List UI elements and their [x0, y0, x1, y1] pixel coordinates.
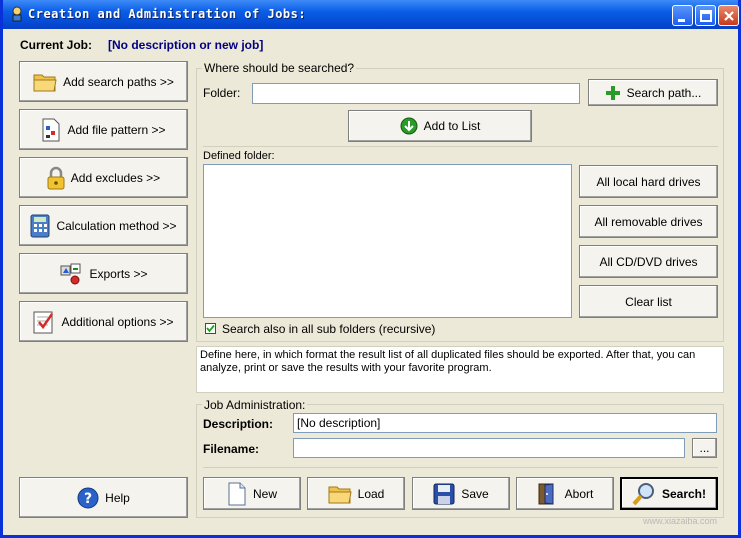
sidebar-item-label: Additional options >>	[61, 314, 174, 329]
sidebar-item-additional-options[interactable]: Additional options >>	[19, 301, 188, 342]
defined-folder-label: Defined folder:	[203, 150, 275, 162]
sidebar-item-label: Add search paths >>	[63, 74, 174, 89]
browse-button[interactable]: ...	[692, 438, 717, 458]
current-job-label: Current Job:	[20, 38, 92, 52]
close-button[interactable]	[718, 5, 739, 26]
divider	[203, 467, 718, 468]
folder-input[interactable]	[252, 83, 580, 104]
current-job-value: [No description or new job]	[108, 38, 264, 52]
add-to-list-label: Add to List	[423, 119, 481, 133]
divider	[203, 146, 718, 147]
close-icon	[724, 11, 734, 21]
checklist-icon	[33, 311, 54, 333]
button-label: All local hard drives	[596, 174, 701, 189]
maximize-button[interactable]	[695, 5, 716, 26]
sidebar-item-exports[interactable]: Exports >>	[19, 253, 188, 294]
minimize-icon	[678, 19, 685, 22]
sidebar-item-label: Exports >>	[89, 266, 148, 281]
save-label: Save	[461, 486, 489, 501]
watermark-text: www.xiazaiba.com	[643, 516, 718, 526]
help-label: Help	[105, 490, 130, 505]
maximize-icon	[700, 10, 712, 22]
floppy-disk-icon	[433, 483, 455, 504]
abort-label: Abort	[564, 486, 594, 501]
sidebar-item-add-file-pattern[interactable]: Add file pattern >>	[19, 109, 188, 150]
button-label: All CD/DVD drives	[599, 254, 698, 269]
plus-icon	[605, 85, 620, 100]
exports-icon	[60, 263, 81, 284]
description-input[interactable]: [No description]	[293, 413, 717, 433]
sidebar-item-label: Add file pattern >>	[67, 122, 166, 137]
save-button[interactable]: Save	[412, 477, 510, 510]
filename-input[interactable]	[293, 438, 685, 458]
calculator-icon	[30, 214, 50, 237]
all-removable-drives-button[interactable]: All removable drives	[579, 205, 718, 238]
new-document-icon	[228, 482, 246, 505]
new-button[interactable]: New	[203, 477, 301, 510]
open-folder-icon	[328, 486, 352, 503]
browse-label: ...	[699, 441, 710, 455]
search-button[interactable]: Search!	[620, 477, 718, 510]
folder-icon	[33, 74, 57, 91]
svg-text:?: ?	[84, 491, 92, 507]
title-bar[interactable]: Creation and Administration of Jobs:	[3, 0, 739, 29]
filename-label: Filename:	[203, 442, 260, 456]
search-path-label: Search path...	[626, 85, 702, 100]
button-label: Clear list	[625, 294, 672, 309]
jobs-window: Creation and Administration of Jobs: Cur…	[0, 0, 741, 538]
app-icon	[12, 6, 22, 22]
recursive-checkbox[interactable]	[205, 323, 216, 334]
sidebar-item-add-excludes[interactable]: Add excludes >>	[19, 157, 188, 198]
description-label: Description:	[203, 417, 274, 431]
defined-folder-list[interactable]	[203, 164, 572, 318]
load-label: Load	[357, 486, 385, 501]
button-label: All removable drives	[594, 214, 703, 229]
all-local-hard-drives-button[interactable]: All local hard drives	[579, 165, 718, 198]
checkmark-icon	[206, 324, 215, 333]
search-label: Search!	[661, 486, 707, 501]
search-group-title: Where should be searched?	[202, 61, 357, 75]
abort-button[interactable]: Abort	[516, 477, 614, 510]
file-pattern-icon	[42, 118, 60, 141]
load-button[interactable]: Load	[307, 477, 405, 510]
all-cd-dvd-drives-button[interactable]: All CD/DVD drives	[579, 245, 718, 278]
sidebar-item-label: Calculation method >>	[56, 218, 177, 233]
clear-list-button[interactable]: Clear list	[579, 285, 718, 318]
sidebar-item-label: Add excludes >>	[70, 170, 161, 185]
help-description: Define here, in which format the result …	[196, 346, 724, 393]
minimize-button[interactable]	[672, 5, 693, 26]
recursive-label: Search also in all sub folders (recursiv…	[222, 322, 436, 336]
sidebar-item-calculation-method[interactable]: Calculation method >>	[19, 205, 188, 246]
search-path-button[interactable]: Search path...	[588, 79, 718, 106]
help-icon: ?	[77, 487, 99, 508]
add-to-list-button[interactable]: Add to List	[348, 110, 532, 142]
window-title: Creation and Administration of Jobs:	[28, 7, 307, 21]
job-admin-title: Job Administration:	[202, 398, 308, 412]
folder-label: Folder:	[203, 86, 241, 100]
magnifier-icon	[632, 482, 654, 505]
help-button[interactable]: ? Help	[19, 477, 188, 518]
exit-door-icon	[538, 482, 554, 505]
new-label: New	[252, 486, 277, 501]
down-arrow-icon	[400, 117, 418, 135]
sidebar-item-add-search-paths[interactable]: Add search paths >>	[19, 61, 188, 102]
lock-icon	[47, 166, 65, 189]
